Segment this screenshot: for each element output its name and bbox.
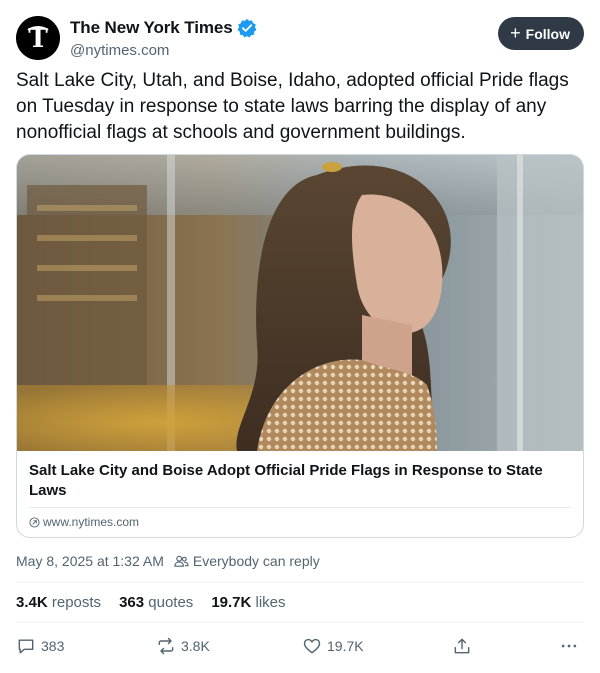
link-icon <box>29 516 40 528</box>
repost-count: 3.8K <box>181 638 210 654</box>
reply-setting-label: Everybody can reply <box>192 553 320 569</box>
card-domain[interactable]: www.nytimes.com <box>29 515 139 529</box>
likes-stat[interactable]: 19.7K likes <box>211 594 285 611</box>
engagement-stats: 3.4K reposts 363 quotes 19.7K likes <box>16 594 286 611</box>
reply-icon <box>18 639 34 654</box>
account-handle[interactable]: @nytimes.com <box>70 42 257 59</box>
nyt-logo-icon[interactable]: T <box>16 16 60 60</box>
verified-badge-icon[interactable] <box>237 18 257 38</box>
account-info: The New York Times @nytimes.com <box>70 17 257 59</box>
likes-label: likes <box>255 594 286 611</box>
more-icon <box>561 644 577 648</box>
display-name[interactable]: The New York Times <box>70 18 233 38</box>
quotes-label: quotes <box>148 594 194 611</box>
people-icon <box>174 555 189 567</box>
reposts-stat[interactable]: 3.4K reposts <box>16 594 101 611</box>
timestamp[interactable]: May 8, 2025 at 1:32 AM <box>16 553 164 569</box>
follow-button-label: Follow <box>525 25 570 42</box>
reply-setting: Everybody can reply <box>174 553 320 569</box>
like-button[interactable]: 19.7K <box>302 636 364 656</box>
more-button[interactable] <box>559 636 579 656</box>
divider <box>16 622 584 623</box>
quotes-count: 363 <box>119 594 145 611</box>
action-bar: 383 3.8K 19.7K <box>16 636 584 660</box>
reposts-label: reposts <box>51 594 102 611</box>
repost-button[interactable]: 3.8K <box>156 636 210 656</box>
heart-icon <box>303 638 321 654</box>
reposts-count: 3.4K <box>16 594 48 611</box>
card-divider <box>29 507 571 508</box>
likes-count: 19.7K <box>211 594 252 611</box>
repost-icon <box>158 637 174 655</box>
card-domain-label: www.nytimes.com <box>43 515 140 529</box>
share-button[interactable] <box>452 636 472 656</box>
reply-button[interactable]: 383 <box>16 636 64 656</box>
reply-count: 383 <box>41 638 65 654</box>
tweet-text: Salt Lake City, Utah, and Boise, Idaho, … <box>16 70 569 143</box>
quotes-stat[interactable]: 363 quotes <box>119 594 193 611</box>
divider <box>16 582 584 583</box>
tweet-meta: May 8, 2025 at 1:32 AM Everybody can rep… <box>16 553 320 569</box>
link-card[interactable]: Salt Lake City and Boise Adopt Official … <box>16 154 584 538</box>
card-title[interactable]: Salt Lake City and Boise Adopt Official … <box>29 461 569 501</box>
tweet-header: T The New York Times @nytimes.com + Foll… <box>16 16 584 60</box>
follow-button[interactable]: + Follow <box>498 17 584 50</box>
card-image[interactable] <box>17 155 583 451</box>
like-count: 19.7K <box>327 638 364 654</box>
plus-icon: + <box>510 22 521 43</box>
share-icon <box>454 638 470 654</box>
